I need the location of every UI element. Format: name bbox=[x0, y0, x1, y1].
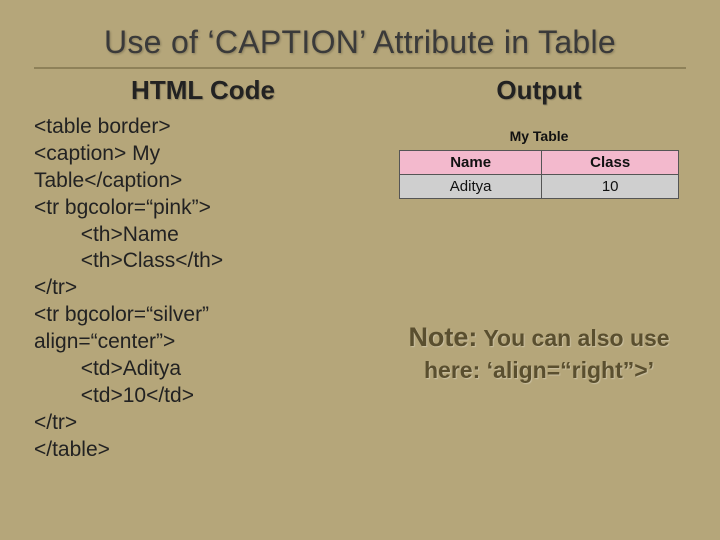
code-block: <table border> <caption> My Table</capti… bbox=[34, 114, 372, 463]
output-area: My Table Name Class Aditya 10 bbox=[392, 128, 686, 199]
td-class: 10 bbox=[542, 175, 679, 199]
note-body1: You can also use bbox=[477, 325, 669, 351]
td-name: Aditya bbox=[400, 175, 542, 199]
right-column: Output My Table Name Class Aditya 10 Not… bbox=[392, 75, 686, 463]
left-heading: HTML Code bbox=[34, 75, 372, 106]
note-lead: Note: bbox=[408, 322, 477, 352]
right-heading: Output bbox=[392, 75, 686, 106]
slide-title: Use of ‘CAPTION’ Attribute in Table bbox=[34, 24, 686, 69]
table-caption: My Table bbox=[392, 128, 686, 144]
demo-table: Name Class Aditya 10 bbox=[399, 150, 679, 199]
th-name: Name bbox=[400, 151, 542, 175]
note-block: Note: You can also use here: ‘align=“rig… bbox=[392, 319, 686, 386]
note-body2: here: ‘align=“right”>’ bbox=[424, 357, 654, 383]
th-class: Class bbox=[542, 151, 679, 175]
left-column: HTML Code <table border> <caption> My Ta… bbox=[34, 75, 372, 463]
table-header-row: Name Class bbox=[400, 151, 679, 175]
table-data-row: Aditya 10 bbox=[400, 175, 679, 199]
